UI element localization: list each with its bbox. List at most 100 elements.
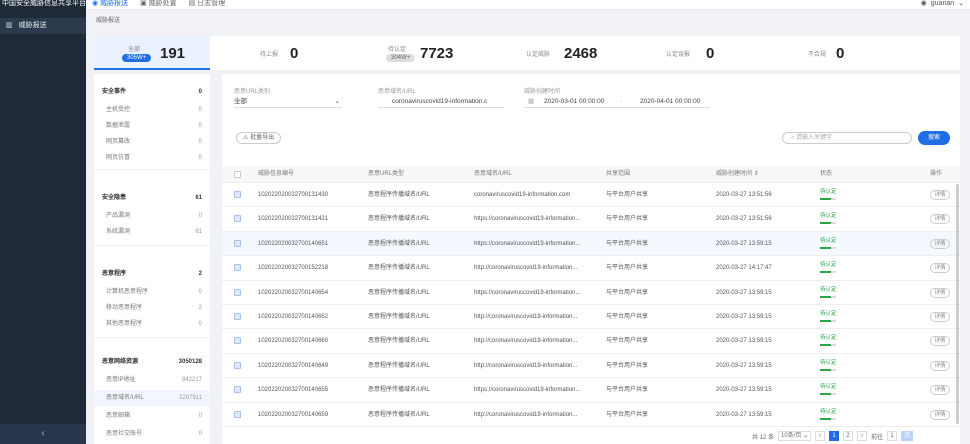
row-checkbox[interactable]	[234, 312, 241, 320]
category-item[interactable]: 网页篡改 0	[94, 134, 210, 150]
cell-type: 恶意程序传播域名/URL	[368, 313, 430, 320]
stat-pending-report[interactable]: 待上报 0	[210, 36, 346, 70]
cell-url[interactable]: http://coronaviruscovid19-information...	[474, 305, 600, 329]
detail-button[interactable]: 详情	[930, 238, 950, 249]
table-row[interactable]: 102022020032700140660 恶意程序传播域名/URL http://…	[222, 329, 960, 354]
stat-false-positive[interactable]: 认定误报 0	[624, 36, 760, 70]
detail-button[interactable]: 详情	[930, 385, 950, 396]
stat-noncompliant[interactable]: 不合规 0	[760, 36, 920, 70]
row-checkbox[interactable]	[234, 239, 241, 247]
table-row[interactable]: 102022020032700140655 恶意程序传播域名/URL https:/…	[222, 378, 960, 403]
search-button[interactable]: 搜索	[918, 131, 950, 145]
cell-type: 恶意程序传播域名/URL	[368, 411, 430, 418]
category-header[interactable]: 恶意程序 2	[94, 266, 210, 282]
cell-time: 2020-03-27 13:51:56	[716, 192, 772, 198]
cell-scope: 与平台用户共享	[606, 387, 649, 394]
table-row[interactable]: 102022020032700140649 恶意程序传播域名/URL http://…	[222, 354, 960, 379]
category-item[interactable]: 恶意社交账号 0	[94, 426, 210, 442]
nav-item-report[interactable]: ◉ 威胁报送	[92, 0, 128, 10]
cell-url[interactable]: https://coronaviruscovid19-information..…	[474, 232, 600, 256]
table-row[interactable]: 102022020032700140652 恶意程序传播域名/URL http://…	[222, 305, 960, 330]
detail-button[interactable]: 详情	[930, 311, 950, 322]
table-row[interactable]: 102022020032700152218 恶意程序传播域名/URL http://…	[222, 256, 960, 281]
row-checkbox[interactable]	[234, 410, 241, 418]
row-checkbox[interactable]	[234, 386, 241, 394]
table-row[interactable]: 102022020032700140654 恶意程序传播域名/URL https:/…	[222, 281, 960, 305]
row-checkbox[interactable]	[234, 337, 241, 345]
category-item[interactable]: 恶意邮箱 0	[94, 408, 210, 424]
category-item[interactable]: 主机受控 0	[94, 102, 210, 118]
goto-page-input[interactable]: 1	[887, 431, 898, 441]
row-checkbox[interactable]	[234, 191, 241, 198]
stat-all[interactable]: 全部 305W+ 191	[94, 36, 210, 70]
table-header: 威胁信息编号 恶意URL类型 恶意域名/URL 共享范围 威胁创建时间 ⇕ 状态…	[222, 166, 960, 183]
category-item[interactable]: 数据泄露 0	[94, 118, 210, 134]
table-scrollbar[interactable]	[956, 184, 959, 424]
url-type-select[interactable]: 全部 ⌄	[234, 96, 342, 108]
category-item[interactable]: 网页仿冒 0	[94, 150, 210, 166]
detail-button[interactable]: 详情	[930, 263, 950, 274]
detail-button[interactable]: 详情	[930, 336, 950, 347]
cell-url[interactable]: http://coronaviruscovid19-information...	[474, 354, 600, 378]
category-item[interactable]: 计算机恶意程序 0	[94, 284, 210, 300]
cell-url[interactable]: http://coronaviruscovid19-information...	[474, 329, 600, 353]
table-row[interactable]: 102022020032700140659 恶意程序传播域名/URL http://…	[222, 403, 960, 427]
category-item[interactable]: 移动恶意程序 2	[94, 300, 210, 316]
row-checkbox[interactable]	[234, 215, 241, 223]
category-item[interactable]: 其他恶意程序 0	[94, 316, 210, 332]
stat-confirmed-threat[interactable]: 认定威胁 2468	[486, 36, 624, 70]
cell-id: 102022020032700152218	[258, 265, 329, 272]
sidebar-collapse-button[interactable]: ‹	[0, 424, 86, 444]
top-bar: 中国安全威胁信息共享平台 ◉ 威胁报送 ▣ 威胁处置 ▤ 日志管理 ◉ guan…	[0, 0, 970, 10]
cell-url[interactable]: http://coronaviruscovid19-information...	[474, 403, 600, 427]
category-item[interactable]: 系统漏洞 61	[94, 224, 210, 240]
table-row[interactable]: 102022020032700131430 恶意程序传播域名/URL coronav…	[222, 183, 960, 208]
category-item[interactable]: 恶意IP地址 842217	[94, 372, 210, 388]
cell-url[interactable]: coronaviruscovid19-information.com	[474, 183, 600, 207]
user-menu[interactable]: ◉ guanan ⌄	[921, 0, 964, 7]
cell-url[interactable]: http://coronaviruscovid19-information...	[474, 256, 600, 280]
detail-button[interactable]: 详情	[930, 214, 950, 225]
status-badge: 待认定	[820, 384, 837, 396]
stat-pending-confirm[interactable]: 待认定 304W+ 7723	[346, 36, 486, 70]
select-all-checkbox[interactable]	[234, 171, 241, 178]
cell-type: 恶意程序传播域名/URL	[368, 240, 430, 247]
table-row[interactable]: 102022020032700131431 恶意程序传播域名/URL https:/…	[222, 207, 960, 232]
next-page-button[interactable]: ›	[857, 431, 868, 441]
page-size-select[interactable]: 10条/页 ⌄	[778, 431, 812, 441]
table-row[interactable]: 102022020032700140651 恶意程序传播域名/URL https:/…	[222, 231, 960, 257]
nav-item-handle[interactable]: ▣ 威胁处置	[140, 0, 177, 10]
cell-url[interactable]: https://coronaviruscovid19-information..…	[474, 207, 600, 231]
time-range-picker[interactable]: ▦ 2020-03-01 00:00:00 - 2020-04-01 00:00…	[524, 96, 710, 108]
nav-item-log[interactable]: ▤ 日志管理	[189, 0, 226, 10]
sort-column-time[interactable]: 威胁创建时间 ⇕	[716, 166, 759, 183]
category-item-selected[interactable]: 恶意域名/URL 2207911	[94, 390, 210, 406]
category-item[interactable]: 产品漏洞 0	[94, 208, 210, 224]
detail-button[interactable]: 详情	[930, 287, 950, 298]
category-security-hazard: 安全隐患 61 产品漏洞 0 系统漏洞 61	[94, 186, 210, 246]
cell-scope: 与平台用户共享	[606, 338, 649, 345]
domain-input[interactable]: coronaviruscovid19-information.c	[378, 96, 504, 108]
chart-icon: ▥	[6, 22, 13, 29]
page-1-button[interactable]: 1	[829, 431, 840, 441]
cell-scope: 与平台用户共享	[606, 362, 649, 369]
category-header[interactable]: 安全事件 0	[94, 84, 210, 100]
batch-export-button[interactable]: ⚠ 批量导出	[236, 132, 282, 144]
row-checkbox[interactable]	[234, 288, 241, 296]
detail-button[interactable]: 详情	[930, 360, 950, 371]
category-header[interactable]: 恶意网络资源 3050128	[94, 354, 210, 370]
detail-button[interactable]: 详情	[930, 190, 950, 200]
prev-page-button[interactable]: ‹	[815, 431, 826, 441]
page-2-button[interactable]: 2	[843, 431, 854, 441]
search-input[interactable]: ⌕ 请输入关键字	[782, 132, 912, 144]
category-header[interactable]: 安全隐患 61	[94, 190, 210, 206]
cell-url[interactable]: https://coronaviruscovid19-information..…	[474, 378, 600, 402]
sidebar-item-report[interactable]: ▥ 威胁报送	[0, 18, 86, 34]
cell-scope: 与平台用户共享	[606, 313, 649, 320]
row-checkbox[interactable]	[234, 264, 241, 272]
status-badge: 待认定	[820, 409, 837, 420]
cell-url[interactable]: https://coronaviruscovid19-information..…	[474, 281, 600, 305]
row-checkbox[interactable]	[234, 361, 241, 369]
detail-button[interactable]: 详情	[930, 409, 950, 420]
stats-bar: 全部 305W+ 191 待上报 0 待认定 304W+ 7723 认定威胁 2…	[94, 36, 960, 70]
